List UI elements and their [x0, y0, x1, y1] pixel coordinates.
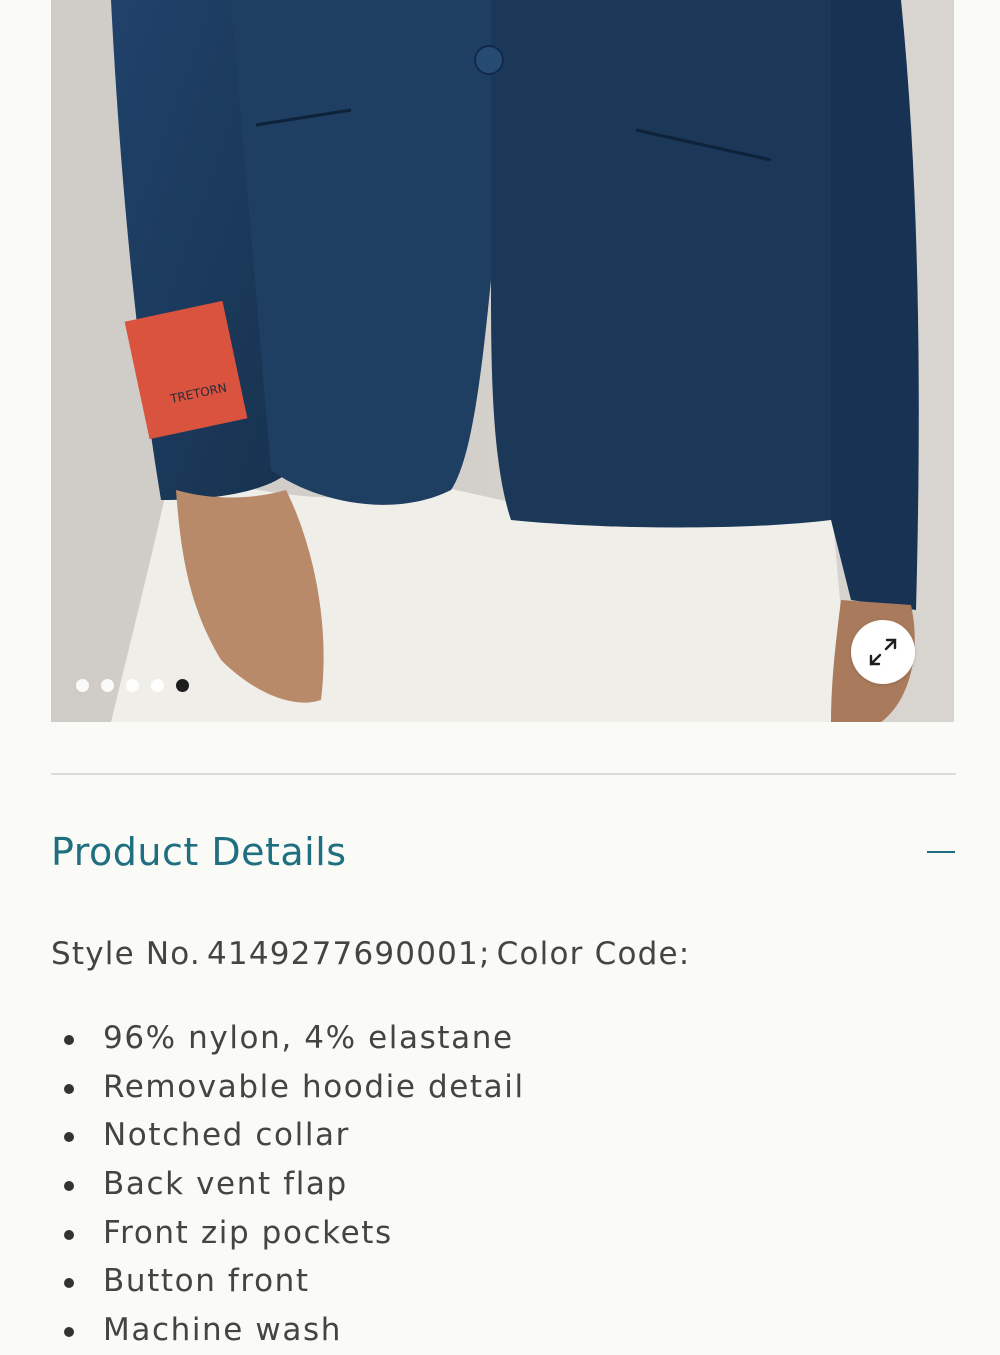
list-item: Machine wash	[51, 1306, 525, 1355]
list-item: 96% nylon, 4% elastane	[51, 1014, 525, 1063]
feature-text: Removable hoodie detail	[103, 1068, 525, 1105]
carousel-dot[interactable]	[76, 678, 89, 692]
list-item: Notched collar	[51, 1111, 525, 1160]
feature-text: Front zip pockets	[103, 1214, 393, 1251]
list-item: Back vent flap	[51, 1160, 525, 1209]
style-number-line: Style No. 4149277690001; Color Code:	[51, 936, 696, 972]
carousel-dot[interactable]	[151, 678, 164, 692]
carousel-dot[interactable]	[126, 678, 139, 692]
bullet-icon	[64, 1035, 74, 1045]
list-item: Button front	[51, 1257, 525, 1306]
product-photo: TRETORN	[51, 0, 954, 722]
feature-text: Notched collar	[103, 1117, 350, 1154]
bullet-icon	[64, 1181, 74, 1192]
product-image[interactable]: TRETORN	[51, 0, 954, 722]
feature-text: Back vent flap	[103, 1166, 348, 1203]
product-details-accordion-header[interactable]: Product Details	[51, 822, 956, 882]
feature-text: Machine wash	[103, 1312, 342, 1349]
bullet-icon	[64, 1083, 74, 1094]
feature-list: 96% nylon, 4% elastane Removable hoodie …	[51, 1014, 525, 1355]
style-label: Style No.	[51, 936, 201, 972]
style-number: 4149277690001;	[206, 936, 491, 972]
minus-icon[interactable]	[926, 837, 956, 867]
feature-text: Button front	[103, 1263, 310, 1300]
carousel-dot[interactable]	[101, 678, 114, 692]
expand-arrows-icon	[869, 638, 897, 666]
expand-image-button[interactable]	[851, 620, 915, 684]
color-code-label: Color Code:	[496, 936, 691, 972]
section-title: Product Details	[51, 830, 347, 874]
section-divider	[51, 773, 956, 775]
bullet-icon	[64, 1132, 74, 1143]
list-item: Front zip pockets	[51, 1209, 525, 1258]
carousel-dot-active[interactable]	[176, 678, 189, 692]
bullet-icon	[64, 1278, 74, 1289]
bullet-icon	[64, 1229, 74, 1240]
feature-text: 96% nylon, 4% elastane	[103, 1020, 514, 1056]
list-item: Removable hoodie detail	[51, 1063, 525, 1112]
bullet-icon	[64, 1327, 74, 1338]
carousel-indicators	[76, 678, 189, 692]
